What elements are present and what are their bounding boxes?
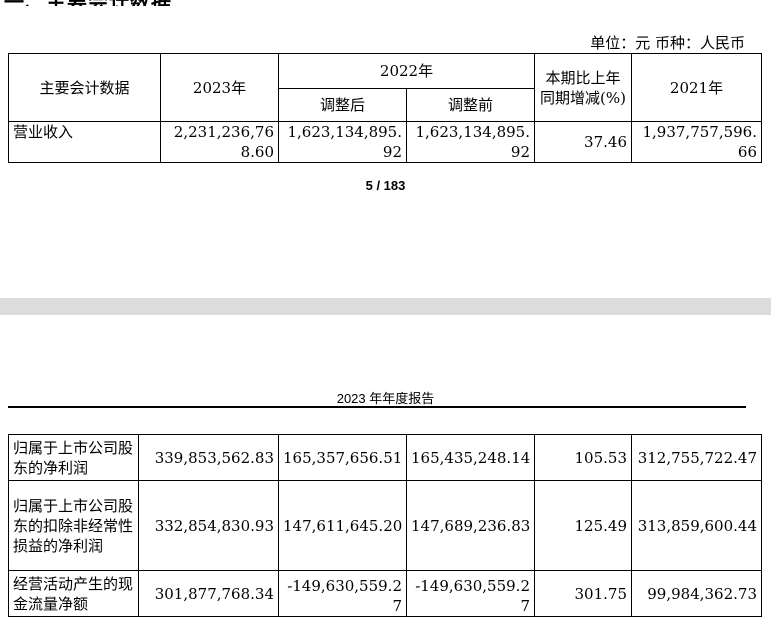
row-label: 经营活动产生的现金流量净额 — [8, 570, 139, 617]
row-label: 归属于上市公司股东的扣除非经常性损益的净利润 — [8, 480, 139, 571]
header-2023: 2023年 — [160, 53, 279, 122]
table-row: 营业收入 2,231,236,768.60 1,623,134,895.92 1… — [8, 121, 762, 163]
header-item: 主要会计数据 — [8, 53, 161, 122]
header-2021: 2021年 — [631, 53, 762, 122]
cell-2021: 312,755,722.47 — [631, 434, 762, 481]
cell-2021: 313,859,600.44 — [631, 480, 762, 571]
cell-2023: 2,231,236,768.60 — [160, 121, 279, 163]
cell-2021: 99,984,362.73 — [631, 570, 762, 617]
cell-2023: 301,877,768.34 — [138, 570, 279, 617]
row-label: 营业收入 — [8, 121, 161, 163]
header-change: 本期比上年同期增减(%) — [534, 53, 632, 122]
page-number: 5 / 183 — [365, 178, 406, 193]
cell-change: 105.53 — [534, 434, 632, 481]
section-heading-cut: 一、主要会计数据 — [4, 0, 172, 6]
table-row: 归属于上市公司股东的扣除非经常性损益的净利润 332,854,830.93 14… — [8, 480, 762, 571]
cell-adjusted-before: 1,623,134,895.92 — [406, 121, 535, 163]
cell-2021: 1,937,757,596.66 — [631, 121, 762, 163]
header-rule — [8, 406, 746, 408]
cell-adjusted-before: 165,435,248.14 — [406, 434, 535, 481]
table-row: 经营活动产生的现金流量净额 301,877,768.34 -149,630,55… — [8, 570, 762, 617]
cell-adjusted-after: 1,623,134,895.92 — [278, 121, 407, 163]
cell-change: 301.75 — [534, 570, 632, 617]
cell-2023: 332,854,830.93 — [138, 480, 279, 571]
accounting-data-table-bottom: 归属于上市公司股东的净利润 339,853,562.83 165,357,656… — [8, 434, 762, 617]
cell-adjusted-before: 147,689,236.83 — [406, 480, 535, 571]
header-2022: 2022年 — [278, 53, 535, 89]
accounting-data-table-top: 主要会计数据 2023年 2022年 本期比上年同期增减(%) 2021年 调整… — [8, 53, 762, 163]
row-label: 归属于上市公司股东的净利润 — [8, 434, 139, 481]
report-running-header: 2023 年年度报告 — [336, 391, 435, 406]
header-adjusted-before: 调整前 — [406, 88, 535, 122]
cell-2023: 339,853,562.83 — [138, 434, 279, 481]
header-adjusted-after: 调整后 — [278, 88, 407, 122]
unit-currency-note: 单位：元 币种：人民币 — [590, 34, 745, 52]
cell-change: 125.49 — [534, 480, 632, 571]
table-row: 归属于上市公司股东的净利润 339,853,562.83 165,357,656… — [8, 434, 762, 481]
cell-adjusted-after: 147,611,645.20 — [278, 480, 407, 571]
cell-adjusted-after: -149,630,559.27 — [278, 570, 407, 617]
cell-adjusted-before: -149,630,559.27 — [406, 570, 535, 617]
cell-change: 37.46 — [534, 121, 632, 163]
page-separator — [0, 298, 771, 315]
cell-adjusted-after: 165,357,656.51 — [278, 434, 407, 481]
